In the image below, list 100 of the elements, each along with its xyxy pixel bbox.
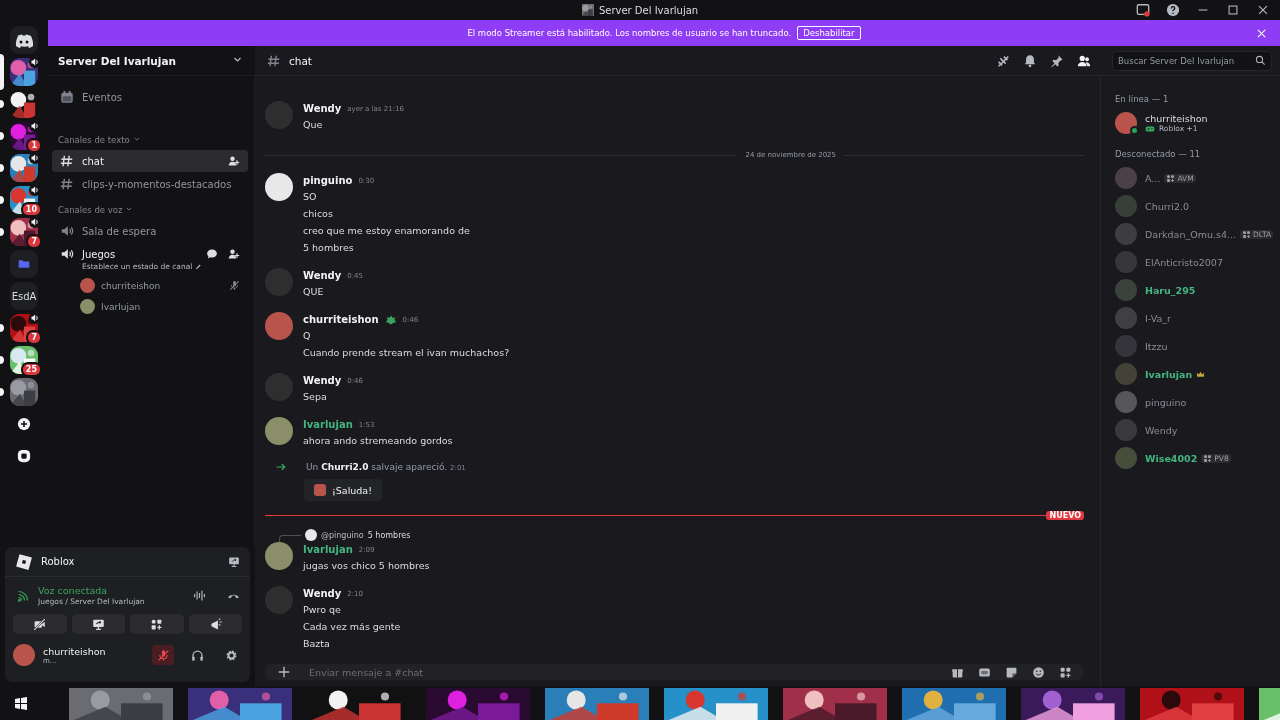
user-name: churriteishon	[43, 645, 106, 657]
member-name: A...	[1145, 172, 1161, 184]
add-icon[interactable]	[277, 665, 291, 679]
sticker-icon	[314, 484, 326, 496]
category-header[interactable]: Canales de voz	[52, 196, 248, 218]
member-group-header: Desconectado — 11	[1115, 149, 1202, 159]
mention-badge: 25	[20, 362, 42, 377]
message-composer[interactable]: Enviar mensaje a #chat	[265, 664, 1084, 680]
close-icon[interactable]	[1256, 3, 1270, 17]
hash-icon	[267, 53, 281, 68]
help-icon[interactable]	[1166, 3, 1180, 17]
server-icon[interactable]: 7	[10, 218, 38, 246]
home-button[interactable]	[10, 26, 38, 54]
message-text: chicos	[303, 207, 334, 221]
threads-icon[interactable]	[996, 53, 1010, 68]
member-item[interactable]: I-Va_r	[1115, 304, 1272, 332]
member-item[interactable]: pinguino	[1115, 388, 1272, 416]
member-name: Churri2.0	[1145, 200, 1190, 212]
author-name[interactable]: Wendy	[303, 270, 342, 281]
avatar	[1115, 167, 1137, 189]
members-icon[interactable]	[1077, 53, 1091, 68]
server-icon[interactable]	[10, 90, 38, 118]
voice-user[interactable]: churriteishon	[52, 275, 248, 296]
start-icon[interactable]	[14, 696, 28, 710]
close-icon[interactable]	[1255, 27, 1268, 40]
member-name: Ivarlujan	[1145, 368, 1193, 380]
emoji-icon[interactable]	[1032, 665, 1045, 679]
apps-icon[interactable]	[1059, 665, 1072, 679]
author-name[interactable]: Ivarlujan	[303, 419, 353, 430]
member-item[interactable]: Ivarlujan	[1115, 360, 1272, 388]
server-icon[interactable]: 1	[10, 122, 38, 150]
avatar	[265, 312, 293, 340]
invite-icon[interactable]	[228, 155, 240, 167]
pin-icon[interactable]	[1050, 53, 1064, 68]
gif-icon[interactable]	[978, 665, 991, 679]
avatar	[13, 644, 35, 666]
member-item[interactable]: Wendy	[1115, 416, 1272, 444]
member-name: I-Va_r	[1145, 312, 1171, 324]
disable-button[interactable]: Deshabilitar	[797, 26, 861, 40]
tag-icon	[1242, 229, 1251, 239]
camera-off-icon	[33, 617, 47, 631]
server-icon[interactable]	[10, 154, 38, 182]
banner-text: El modo Streamer está habilitado. Los nombres de usuario se han truncado.	[467, 28, 792, 38]
add-server-icon[interactable]	[17, 417, 31, 431]
events-item[interactable]: Eventos	[52, 86, 248, 108]
invite-icon[interactable]	[228, 248, 240, 260]
member-name: ElAnticristo2007	[1145, 256, 1223, 268]
member-item[interactable]: ElAnticristo2007	[1115, 248, 1272, 276]
discover-icon[interactable]	[17, 449, 31, 463]
author-name[interactable]: pinguino	[303, 175, 353, 186]
hash-icon	[60, 177, 74, 191]
member-item[interactable]: Haru_295	[1115, 276, 1272, 304]
activities-button[interactable]	[130, 614, 184, 634]
connection-status: Voz conectada	[38, 585, 109, 596]
chat-bubble-icon[interactable]	[206, 248, 218, 260]
screen-share-icon[interactable]	[228, 555, 240, 568]
member-item[interactable]: Churri2.0	[1115, 192, 1272, 220]
author-name[interactable]: Wendy	[303, 375, 342, 386]
reply-text[interactable]: 5 hombres	[367, 530, 411, 540]
mute-button[interactable]	[152, 645, 174, 665]
author-name[interactable]: Wendy	[303, 588, 342, 599]
member-name: Wendy	[1145, 424, 1178, 436]
avatar	[1115, 419, 1137, 441]
avatar	[1115, 335, 1137, 357]
server-icon[interactable]: 7	[10, 314, 38, 342]
message-text: Pwro qe	[303, 603, 342, 617]
server-icon[interactable]: 25	[10, 346, 38, 374]
message-field[interactable]: Enviar mensaje a #chat	[309, 666, 937, 678]
server-icon[interactable]	[10, 378, 38, 406]
new-messages-badge: NUEVO	[1046, 511, 1084, 520]
camera-off-button[interactable]	[13, 614, 67, 634]
maximize-icon[interactable]	[1226, 3, 1240, 17]
server-icon[interactable]	[10, 58, 38, 86]
author-name[interactable]: Wendy	[303, 103, 342, 114]
message-text: creo que me estoy enamorando de	[303, 224, 470, 238]
sticker-icon[interactable]	[1005, 665, 1018, 679]
noise-suppression-icon[interactable]	[193, 589, 206, 602]
message-text: Bazta	[303, 637, 331, 651]
reply-author[interactable]: @pinguino	[321, 530, 364, 540]
channel-item[interactable]: Sala de espera	[52, 220, 248, 242]
avatar	[1115, 447, 1137, 469]
channel-item[interactable]: chat	[52, 150, 248, 172]
channel-item[interactable]: clips-y-momentos-destacados	[52, 173, 248, 195]
message-text: Que	[303, 118, 324, 132]
screen-share-button[interactable]	[71, 614, 125, 634]
search-field[interactable]: Buscar Server Del Ivarlujan	[1112, 50, 1272, 71]
server-icon[interactable]: EsdA	[10, 282, 38, 310]
screen-record-icon[interactable]	[1136, 3, 1150, 17]
message-text: Cuando prende stream el ivan muchachos?	[303, 346, 510, 360]
category-header[interactable]: Canales de texto	[52, 126, 248, 148]
server-folder[interactable]	[10, 250, 38, 278]
author-name[interactable]: churriteishon	[303, 314, 379, 325]
notification-bell-icon[interactable]	[1023, 53, 1037, 68]
wave-button[interactable]: ¡Saluda!	[304, 479, 382, 501]
soundboard-button[interactable]	[188, 614, 242, 634]
avatar	[1115, 195, 1137, 217]
voice-user[interactable]: Ivarlujan	[52, 296, 248, 317]
server-icon[interactable]: 10	[10, 186, 38, 214]
member-item[interactable]: Itzzu	[1115, 332, 1272, 360]
author-name[interactable]: Ivarlujan	[303, 544, 353, 555]
